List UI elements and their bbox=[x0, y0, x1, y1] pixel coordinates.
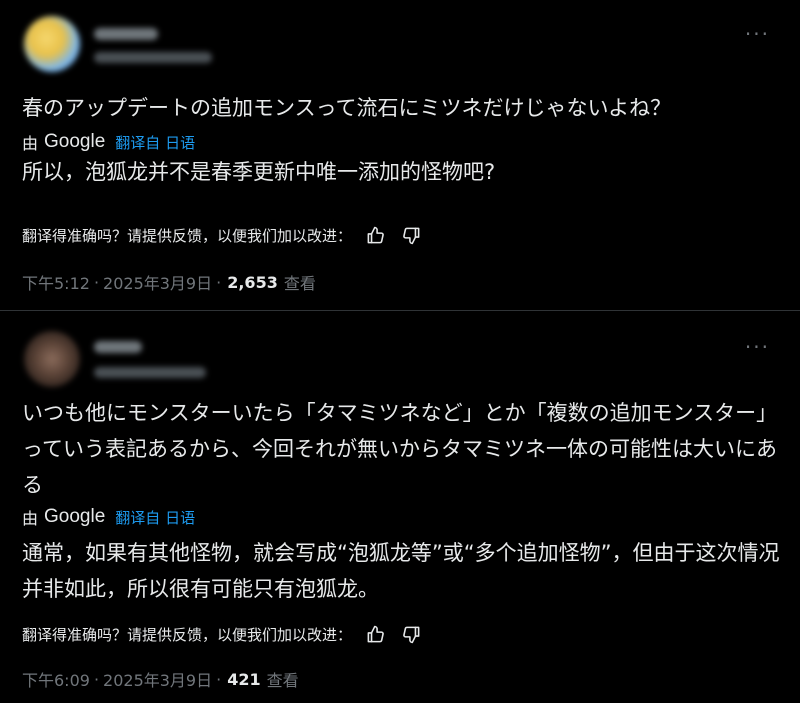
avatar[interactable] bbox=[24, 331, 80, 387]
thumbs-down-icon[interactable] bbox=[398, 623, 424, 645]
more-horizontal-icon[interactable]: ··· bbox=[745, 337, 770, 357]
post-date[interactable]: 2025年3月9日 bbox=[103, 270, 212, 294]
views-label: 查看 bbox=[283, 274, 316, 293]
thumbs-up-icon[interactable] bbox=[362, 623, 388, 645]
post-translated-text: 所以，泡狐龙并不是春季更新中唯一添加的怪物吧? bbox=[22, 160, 496, 184]
post-date[interactable]: 2025年3月9日 bbox=[103, 667, 212, 691]
views-count: 421 bbox=[227, 669, 261, 689]
separator: · bbox=[216, 669, 222, 689]
translation-attribution: 由 Google 翻译自 日语 bbox=[22, 505, 195, 529]
google-logo: Google bbox=[44, 506, 106, 527]
post-translated-text: 通常，如果有其他怪物，就会写成“泡狐龙等”或“多个追加怪物”，但由于这次情况并非… bbox=[22, 541, 780, 601]
feedback-prompt: 翻译得准确吗？请提供反馈，以便我们加以改进： bbox=[22, 625, 353, 644]
translated-from-link[interactable]: 翻译自 日语 bbox=[115, 507, 195, 528]
views-count: 2,653 bbox=[227, 272, 278, 292]
display-name-blurred[interactable] bbox=[94, 341, 142, 353]
post-time[interactable]: 下午5:12 bbox=[22, 270, 90, 294]
display-name-blurred[interactable] bbox=[94, 28, 158, 40]
post-original-text: 春のアップデートの追加モンスって流石にミツネだけじゃないよね？ bbox=[22, 96, 672, 120]
post-meta: 下午6:09 · 2025年3月9日 · 421 查看 bbox=[22, 667, 299, 691]
translated-by-label: 由 bbox=[22, 134, 39, 153]
separator: · bbox=[93, 669, 100, 689]
thumbs-down-icon[interactable] bbox=[398, 224, 424, 246]
translation-feedback: 翻译得准确吗？请提供反馈，以便我们加以改进： bbox=[22, 623, 424, 645]
post[interactable]: ··· いつも他にモンスターいたら「タマミツネなど」とか「複数の追加モンスター」… bbox=[0, 310, 800, 703]
more-horizontal-icon[interactable]: ··· bbox=[745, 24, 770, 44]
translated-from-link[interactable]: 翻译自 日语 bbox=[115, 132, 195, 153]
post[interactable]: ··· 春のアップデートの追加モンスって流石にミツネだけじゃないよね？ 由 Go… bbox=[0, 0, 800, 310]
post-time[interactable]: 下午6:09 bbox=[22, 667, 90, 691]
translation-feedback: 翻译得准确吗？请提供反馈，以便我们加以改进： bbox=[22, 224, 424, 246]
username-blurred[interactable] bbox=[94, 367, 206, 378]
feedback-prompt: 翻译得准确吗？请提供反馈，以便我们加以改进： bbox=[22, 226, 353, 245]
username-blurred[interactable] bbox=[94, 52, 212, 63]
post-meta: 下午5:12 · 2025年3月9日 · 2,653 查看 bbox=[22, 270, 316, 294]
views-label: 查看 bbox=[266, 671, 299, 690]
translated-by-label: 由 bbox=[22, 509, 39, 528]
translation-attribution: 由 Google 翻译自 日语 bbox=[22, 130, 195, 154]
separator: · bbox=[93, 272, 100, 292]
google-logo: Google bbox=[44, 131, 106, 152]
post-original-text: いつも他にモンスターいたら「タマミツネなど」とか「複数の追加モンスター」っていう… bbox=[22, 401, 778, 497]
thumbs-up-icon[interactable] bbox=[362, 224, 388, 246]
avatar[interactable] bbox=[24, 16, 80, 72]
separator: · bbox=[216, 272, 222, 292]
